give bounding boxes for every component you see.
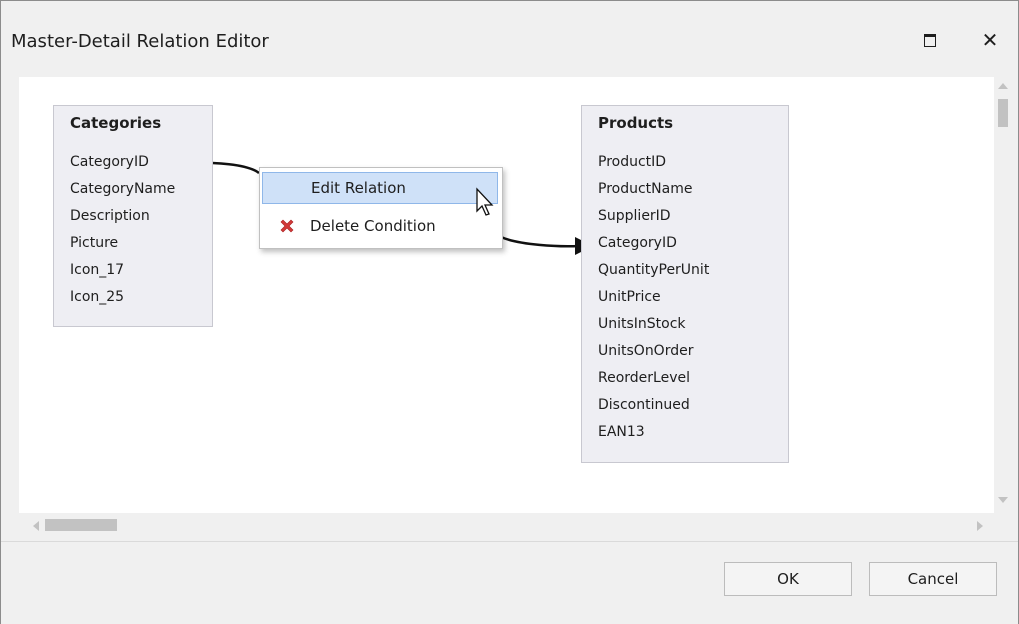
master-field[interactable]: Picture xyxy=(70,235,118,251)
detail-field[interactable]: ReorderLevel xyxy=(598,370,690,386)
relation-canvas[interactable]: Categories CategoryID CategoryName Descr… xyxy=(19,77,994,513)
master-field[interactable]: CategoryID xyxy=(70,154,149,170)
relation-editor-window: Master-Detail Relation Editor ✕ Categori… xyxy=(0,0,1019,624)
detail-field[interactable]: QuantityPerUnit xyxy=(598,262,709,278)
master-field[interactable]: Icon_25 xyxy=(70,289,124,305)
vertical-scroll-thumb[interactable] xyxy=(998,99,1008,127)
scroll-up-icon[interactable] xyxy=(998,83,1008,89)
master-field[interactable]: Description xyxy=(70,208,150,224)
title-bar: Master-Detail Relation Editor ✕ xyxy=(1,1,1018,77)
context-menu: Edit Relation Delete Condition xyxy=(259,167,503,249)
detail-field[interactable]: EAN13 xyxy=(598,424,645,440)
menu-item-label: Delete Condition xyxy=(310,217,436,235)
master-table-title: Categories xyxy=(70,114,162,132)
scroll-left-icon[interactable] xyxy=(33,521,39,531)
window-title: Master-Detail Relation Editor xyxy=(11,31,269,52)
ok-button[interactable]: OK xyxy=(724,562,852,596)
vertical-scrollbar[interactable] xyxy=(994,77,1012,513)
maximize-button[interactable] xyxy=(913,25,947,55)
maximize-icon xyxy=(924,33,936,47)
horizontal-scrollbar[interactable] xyxy=(19,513,994,539)
red-x-icon xyxy=(280,219,294,233)
detail-field[interactable]: SupplierID xyxy=(598,208,671,224)
menu-item-delete-condition[interactable]: Delete Condition xyxy=(262,210,498,242)
detail-table-title: Products xyxy=(598,114,674,132)
dialog-footer: OK Cancel xyxy=(1,541,1018,624)
close-button[interactable]: ✕ xyxy=(973,25,1007,55)
master-field[interactable]: CategoryName xyxy=(70,181,175,197)
cancel-button[interactable]: Cancel xyxy=(869,562,997,596)
detail-field[interactable]: Discontinued xyxy=(598,397,690,413)
close-icon: ✕ xyxy=(981,28,999,52)
detail-field[interactable]: ProductName xyxy=(598,181,692,197)
detail-table[interactable]: Products ProductID ProductName SupplierI… xyxy=(581,105,789,463)
detail-field[interactable]: UnitsOnOrder xyxy=(598,343,693,359)
detail-field[interactable]: UnitPrice xyxy=(598,289,661,305)
scroll-down-icon[interactable] xyxy=(998,497,1008,503)
master-field[interactable]: Icon_17 xyxy=(70,262,124,278)
menu-item-edit-relation[interactable]: Edit Relation xyxy=(262,172,498,204)
menu-item-label: Edit Relation xyxy=(311,179,406,197)
detail-field[interactable]: ProductID xyxy=(598,154,666,170)
scroll-right-icon[interactable] xyxy=(977,521,983,531)
detail-field[interactable]: CategoryID xyxy=(598,235,677,251)
horizontal-scroll-thumb[interactable] xyxy=(45,519,117,531)
scrollbar-corner xyxy=(994,513,1012,539)
mouse-cursor-icon xyxy=(476,187,494,216)
master-table[interactable]: Categories CategoryID CategoryName Descr… xyxy=(53,105,213,327)
detail-field[interactable]: UnitsInStock xyxy=(598,316,686,332)
